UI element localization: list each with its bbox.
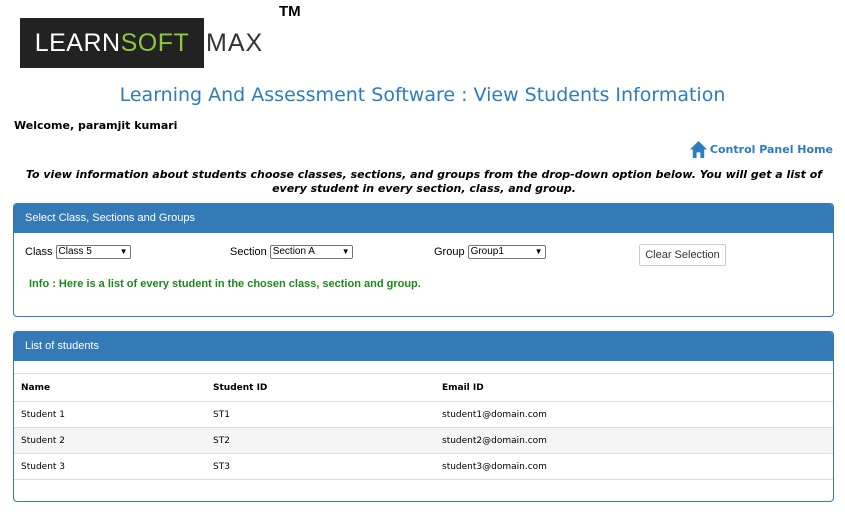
cell-name: Student 1	[14, 401, 206, 428]
class-select[interactable]: Class 5 ▼	[55, 245, 131, 259]
select-panel-heading: Select Class, Sections and Groups	[14, 204, 833, 233]
column-header-student-id: Student ID	[206, 373, 435, 402]
page-title: Learning And Assessment Software : View …	[119, 84, 726, 106]
chevron-down-icon: ▼	[534, 247, 543, 256]
class-filter: Class Class 5 ▼	[25, 245, 131, 259]
cell-email: student1@domain.com	[435, 401, 833, 428]
logo-learn: LEARN	[34, 28, 121, 57]
section-select-value: Section A	[272, 246, 315, 257]
table-row: Student 3 ST3 student3@domain.com	[14, 453, 833, 480]
logo-max: MAX	[206, 28, 264, 57]
info-message: Info : Here is a list of every student i…	[29, 278, 421, 290]
table-row: Student 2 ST2 student2@domain.com	[14, 427, 833, 454]
cell-name: Student 3	[14, 453, 206, 480]
select-panel: Select Class, Sections and Groups Class …	[13, 203, 834, 317]
home-icon	[689, 140, 707, 159]
group-select[interactable]: Group1 ▼	[467, 245, 546, 259]
logo-box: LEARN SOFT	[20, 18, 204, 68]
control-panel-home-link[interactable]: Control Panel Home	[689, 140, 833, 159]
cell-email: student2@domain.com	[435, 427, 833, 454]
cell-name: Student 2	[14, 427, 206, 454]
students-list-panel: List of students Name Student ID Email I…	[13, 331, 834, 502]
filters-row: Class Class 5 ▼ Section Section A ▼ Grou…	[14, 233, 833, 317]
cell-student-id: ST3	[206, 453, 435, 480]
class-label: Class	[25, 246, 53, 258]
cell-email: student3@domain.com	[435, 453, 833, 480]
section-select[interactable]: Section A ▼	[269, 245, 353, 259]
section-label: Section	[230, 246, 267, 258]
instructions-text: To view information about students choos…	[25, 168, 823, 195]
group-filter: Group Group1 ▼	[434, 245, 546, 259]
group-select-value: Group1	[470, 246, 504, 257]
column-header-email: Email ID	[435, 373, 833, 402]
column-header-name: Name	[14, 373, 206, 402]
group-label: Group	[434, 246, 465, 258]
trademark: TM	[279, 3, 301, 20]
app-logo: LEARN SOFT MAX	[20, 18, 263, 68]
clear-selection-button[interactable]: Clear Selection	[639, 244, 726, 266]
chevron-down-icon: ▼	[119, 247, 128, 256]
chevron-down-icon: ▼	[341, 247, 350, 256]
logo-soft: SOFT	[120, 28, 190, 57]
table-row: Student 1 ST1 student1@domain.com	[14, 401, 833, 428]
students-table: Name Student ID Email ID Student 1 ST1 s…	[14, 373, 833, 480]
class-select-value: Class 5	[58, 246, 92, 257]
section-filter: Section Section A ▼	[230, 245, 353, 259]
table-header-row: Name Student ID Email ID	[14, 373, 833, 402]
cell-student-id: ST2	[206, 427, 435, 454]
cell-student-id: ST1	[206, 401, 435, 428]
control-panel-home-label: Control Panel Home	[709, 143, 833, 156]
welcome-text: Welcome, paramjit kumari	[14, 119, 178, 132]
students-list-heading: List of students	[14, 332, 833, 361]
